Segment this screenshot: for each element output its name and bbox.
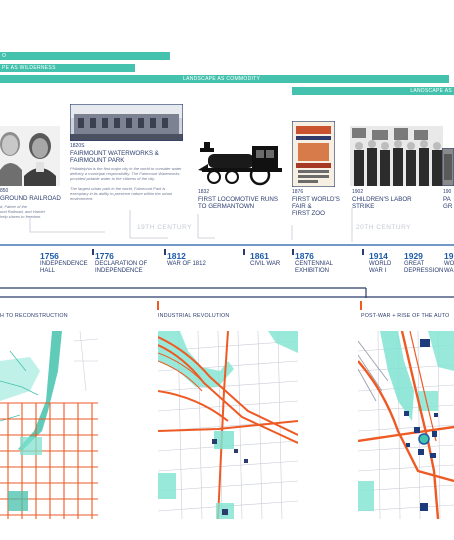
map-reconstruction: [0, 331, 98, 519]
map-3-title: POST-WAR + RISE OF THE AUTO: [361, 313, 450, 319]
timeline-event-1776: DECLARATION OF INDEPENDENCE: [95, 261, 148, 274]
timeline-year-1914: 1914: [369, 251, 388, 261]
timeline-event-1929: GREAT DEPRESSION: [404, 261, 444, 274]
timeline-event-1861: CIVIL WAR: [250, 261, 281, 267]
timeline-year-1876: 1876: [295, 251, 314, 261]
timeline-year-1776: 1776: [95, 251, 114, 261]
timeline-year-1812: 1812: [167, 251, 186, 261]
map-2-title: INDUSTRIAL REVOLUTION: [158, 313, 230, 319]
timeline-event-1876: CENTENNIAL EXHIBITION: [295, 261, 334, 274]
timeline-tick-1876: [292, 249, 294, 255]
era-marker-industrial: [157, 301, 159, 310]
map-industrial: [158, 331, 298, 519]
century-20-label: 20TH CENTURY: [356, 224, 412, 231]
timeline-event-1756: INDEPENDENCE HALL: [40, 261, 88, 274]
timeline-year-1929: 1929: [404, 251, 423, 261]
timeline-tick-1812: [164, 249, 166, 255]
timeline-tick-1914: [362, 249, 364, 255]
timeline-tick-1861: [243, 249, 245, 255]
timeline-event-1812: WAR OF 1812: [167, 261, 206, 267]
timeline-year-partial: 19: [444, 251, 454, 261]
timeline-year-1756: 1756: [40, 251, 59, 261]
timeline-tick-1776: [92, 249, 94, 255]
era-marker-postwar: [360, 301, 362, 310]
map-1-title: H TO RECONSTRUCTION: [0, 313, 68, 319]
map-postwar: [358, 331, 454, 519]
timeline-year-1861: 1861: [250, 251, 269, 261]
century-19-label: 19TH CENTURY: [137, 224, 193, 231]
timeline-event-1914: WORLD WAR I: [369, 261, 392, 274]
timeline-event-partial: WO WA: [444, 261, 454, 274]
